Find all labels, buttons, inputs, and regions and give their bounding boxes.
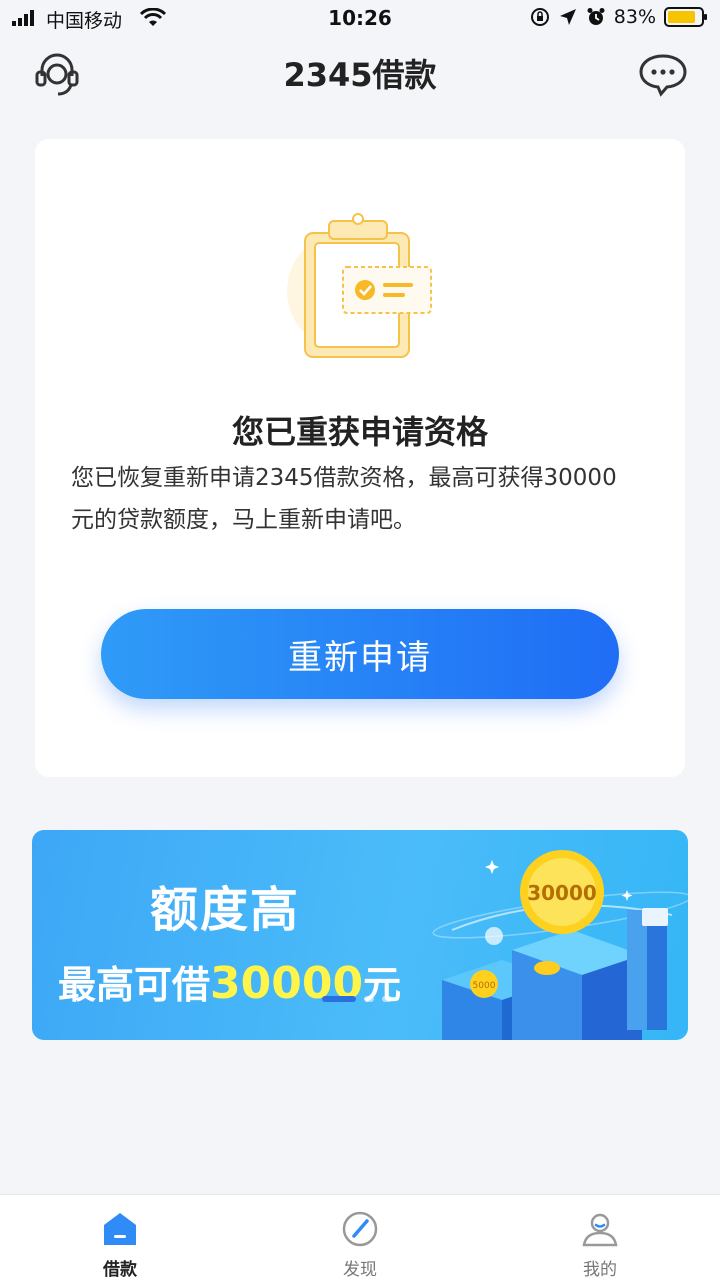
banner-subtitle-prefix: 最高可借 — [58, 963, 211, 1007]
tab-loan[interactable]: 借款 — [0, 1195, 240, 1281]
alarm-icon — [587, 8, 605, 25]
home-icon — [104, 1213, 136, 1245]
card-description: 您已恢复重新申请2345借款资格，最高可获得30000元的贷款额度，马上重新申请… — [71, 465, 617, 533]
tab-mine[interactable]: 我的 — [480, 1195, 720, 1281]
clipboard-check-icon — [287, 213, 432, 358]
reapply-card: 您已重获申请资格 您已恢复重新申请2345借款资格，最高可获得30000元的贷款… — [35, 139, 685, 777]
card-title: 您已重获申请资格 — [231, 413, 488, 451]
pagination-dot — [382, 996, 392, 1002]
banner-title: 额度高 — [150, 882, 301, 938]
tab-loan-label: 借款 — [103, 1260, 137, 1280]
rotation-lock-icon — [530, 8, 549, 26]
user-icon — [582, 1213, 618, 1247]
city-coin-illustration: 30000 5000 — [432, 850, 688, 1040]
tab-discover-label: 发现 — [343, 1260, 377, 1280]
pagination-dot — [364, 996, 374, 1002]
coin-big-label: 30000 — [527, 881, 597, 905]
page-title: 2345借款 — [283, 56, 437, 94]
banner-pagination — [322, 996, 392, 1002]
coin-small-label: 5000 — [473, 981, 496, 991]
app-header: 2345借款 — [0, 40, 720, 104]
bottom-nav: 借款 发现 我的 — [0, 1194, 720, 1281]
message-icon[interactable] — [636, 50, 690, 98]
reapply-button[interactable]: 重新申请 — [101, 609, 619, 699]
pagination-dot-active — [322, 996, 356, 1002]
location-icon — [559, 9, 576, 25]
promo-banner[interactable]: 额度高 最高可借30000元 30000 5000 — [32, 830, 688, 1040]
status-bar: 中国移动 10:26 83% — [0, 0, 720, 38]
tab-discover[interactable]: 发现 — [240, 1195, 480, 1281]
battery-percent: 83% — [613, 6, 656, 28]
tab-mine-label: 我的 — [583, 1260, 617, 1280]
compass-icon — [342, 1211, 378, 1247]
battery-icon — [664, 7, 707, 27]
